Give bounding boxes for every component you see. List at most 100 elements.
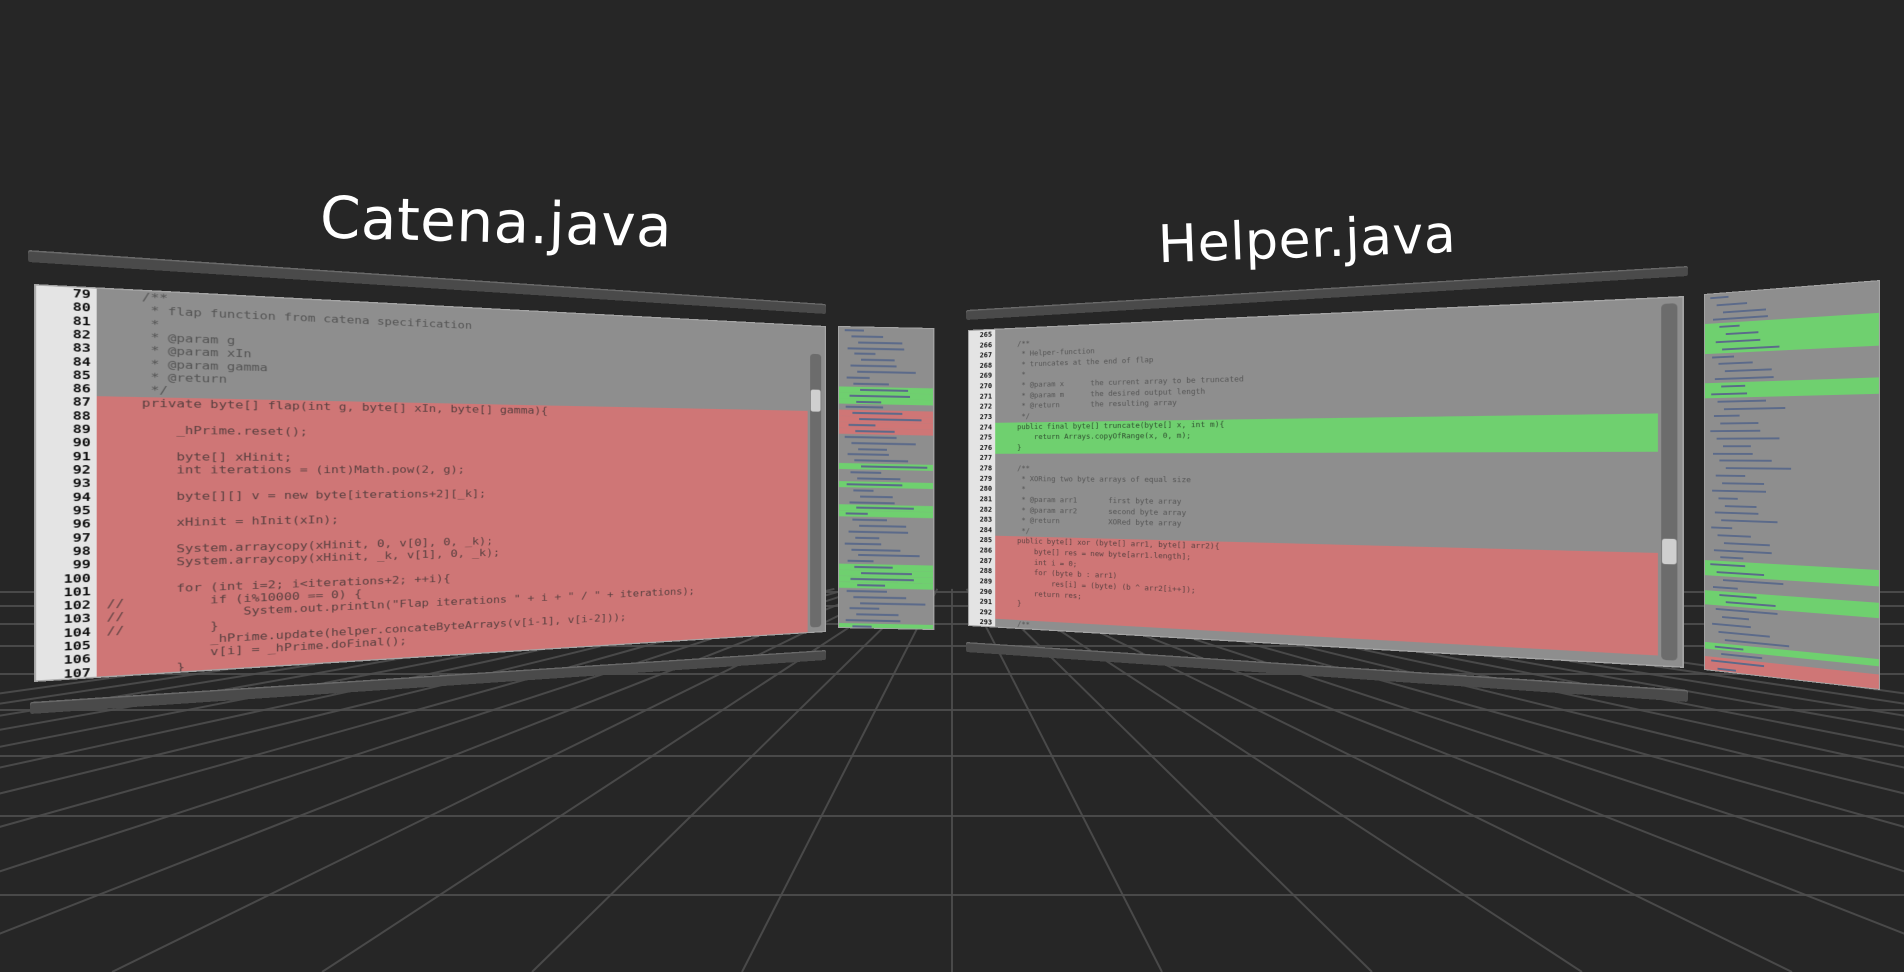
right-code-area[interactable]: /** * Helper-function * truncates at the… (995, 299, 1658, 665)
line-number: 274 (979, 423, 993, 432)
minimap-text-stroke (1713, 585, 1738, 590)
minimap-text-stroke (858, 554, 920, 558)
right-line-number-gutter: 265 266 267 268 269 270 271 272 273 274 275 276 277 2… (969, 329, 996, 627)
minimap-text-stroke (1725, 331, 1759, 336)
minimap-text-stroke (846, 589, 887, 593)
minimap-text-stroke (1722, 616, 1749, 621)
right-code-window[interactable]: 265 266 267 268 269 270 271 272 273 274 275 276 277 2… (968, 295, 1684, 668)
minimap-text-stroke (854, 352, 876, 356)
minimap-text-stroke (1724, 504, 1757, 508)
code-line[interactable] (995, 451, 1658, 464)
line-number: 271 (979, 392, 993, 401)
vr-code-scene: Catena.java Helper.java 79 80 81 82 83 84 85 86… (0, 0, 1904, 972)
minimap-text-stroke (857, 583, 886, 587)
minimap-text-stroke (1723, 445, 1751, 447)
minimap-text-stroke (1717, 667, 1736, 672)
minimap-text-stroke (849, 500, 895, 504)
minimap-text-stroke (1710, 429, 1761, 433)
line-number: 270 (979, 381, 993, 391)
left-code-area[interactable]: /** * flap function from catena specific… (96, 289, 808, 677)
minimap-text-stroke (845, 619, 901, 623)
minimap-text-stroke (846, 376, 870, 379)
minimap-text-stroke (1716, 437, 1780, 440)
minimap-text-stroke (1712, 489, 1766, 493)
minimap-text-stroke (856, 400, 882, 403)
minimap-text-stroke (860, 388, 909, 392)
minimap-text-stroke (846, 483, 903, 487)
right-minimap[interactable] (1704, 279, 1880, 690)
line-number: 86 (72, 382, 91, 396)
line-number: 92 (72, 463, 91, 477)
left-scroll-thumb[interactable] (810, 389, 821, 412)
minimap-text-stroke (849, 607, 880, 611)
right-scrollbar[interactable] (1661, 303, 1678, 661)
line-number: 90 (72, 436, 91, 450)
minimap-text-stroke (847, 346, 905, 351)
minimap-text-stroke (859, 418, 922, 422)
minimap-text-stroke (849, 394, 910, 398)
minimap-text-stroke (1714, 645, 1744, 651)
minimap-text-stroke (861, 359, 895, 362)
line-number: 96 (72, 517, 91, 531)
minimap-text-stroke (858, 447, 887, 451)
minimap-text-stroke (1713, 415, 1740, 418)
minimap-text-stroke (847, 453, 889, 457)
minimap-row (1705, 442, 1879, 450)
minimap-text-stroke (851, 548, 901, 552)
minimap-text-stroke (850, 471, 882, 474)
minimap-text-stroke (1719, 593, 1757, 599)
minimap-text-stroke (861, 465, 928, 470)
minimap-text-stroke (844, 329, 864, 332)
left-minimap[interactable] (838, 326, 934, 630)
minimap-text-stroke (854, 459, 909, 463)
line-number: 272 (979, 402, 993, 412)
minimap-text-stroke (851, 335, 884, 338)
minimap-text-stroke (855, 429, 895, 433)
minimap-text-stroke (850, 364, 897, 368)
left-code-window[interactable]: 79 80 81 82 83 84 85 86 87 88 89 90 91 92 93 94 95 96 97 98… (34, 284, 827, 682)
minimap-text-stroke (859, 524, 907, 528)
line-number: 285 (979, 536, 993, 545)
line-number: 93 (72, 477, 91, 491)
minimap-text-stroke (857, 370, 916, 375)
left-scrollbar[interactable] (810, 353, 822, 628)
minimap-text-stroke (1725, 467, 1792, 471)
minimap-text-stroke (860, 601, 926, 606)
line-number: 87 (72, 396, 91, 409)
minimap-text-stroke (1717, 399, 1766, 403)
minimap-text-stroke (852, 518, 887, 522)
minimap-text-stroke (853, 489, 874, 492)
minimap-text-stroke (1712, 355, 1735, 359)
right-scroll-thumb[interactable] (1661, 538, 1677, 565)
minimap-text-stroke (858, 341, 903, 345)
minimap-text-stroke (1721, 519, 1778, 524)
minimap-text-stroke (854, 566, 893, 569)
line-number: 94 (72, 490, 91, 504)
minimap-text-stroke (855, 536, 880, 540)
left-window-title: Catena.java (319, 183, 674, 261)
line-number: 277 (979, 454, 993, 463)
minimap-text-stroke (851, 441, 916, 446)
minimap-text-stroke (852, 625, 872, 628)
minimap-text-stroke (1711, 526, 1733, 530)
left-line-number-gutter: 79 80 81 82 83 84 85 86 87 88 89 90 91 92 93 94 95 96 97 98… (36, 285, 97, 681)
code-line[interactable]: byte[] xHinit; (96, 450, 808, 465)
line-number: 91 (72, 450, 91, 463)
line-number: 273 (979, 412, 993, 422)
line-number: 97 (72, 531, 91, 545)
minimap-text-stroke (1723, 406, 1786, 410)
minimap-text-stroke (1722, 345, 1780, 351)
line-number: 275 (979, 433, 993, 442)
line-number: 88 (72, 409, 91, 423)
minimap-text-stroke (1714, 376, 1774, 381)
minimap-text-stroke (860, 495, 893, 498)
line-number: 278 (979, 464, 993, 473)
line-number: 282 (979, 505, 993, 514)
line-number: 276 (979, 443, 993, 453)
minimap-text-stroke (845, 512, 868, 516)
minimap-text-stroke (852, 412, 903, 416)
minimap-text-stroke (856, 613, 899, 617)
minimap-text-stroke (845, 406, 884, 409)
minimap-text-stroke (1722, 482, 1765, 485)
minimap-text-stroke (1718, 361, 1753, 366)
